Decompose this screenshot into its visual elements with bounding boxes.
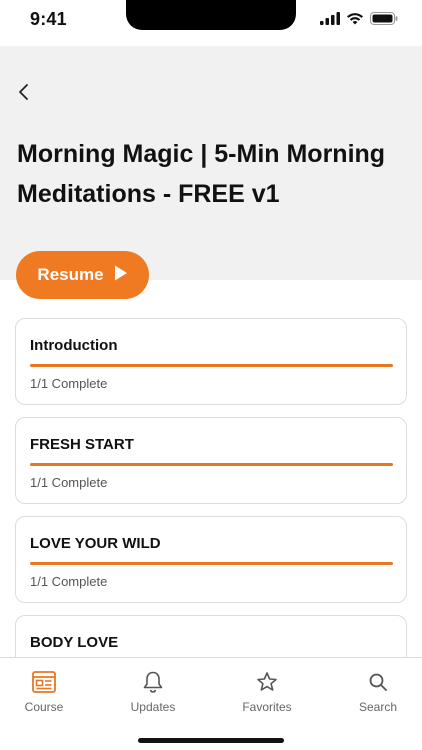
module-progress-fill: [30, 562, 393, 565]
module-status: 1/1 Complete: [30, 376, 108, 391]
device-notch: [126, 0, 296, 30]
bell-icon: [141, 670, 165, 694]
resume-button-label: Resume: [37, 265, 104, 284]
tab-label: Search: [358, 700, 398, 714]
module-status: 1/1 Complete: [30, 475, 108, 490]
tab-favorites[interactable]: Favorites: [223, 670, 311, 714]
battery-icon: [370, 12, 398, 30]
bottom-tab-bar: Course Updates Favorites Search: [0, 657, 422, 750]
course-header: Morning Magic | 5-Min Morning Meditation…: [0, 46, 422, 280]
play-icon: [114, 265, 128, 286]
module-card[interactable]: LOVE YOUR WILD 1/1 Complete: [15, 516, 407, 603]
module-progress-bar: [30, 463, 393, 466]
tab-label: Updates: [130, 700, 176, 714]
status-icons: [320, 12, 398, 30]
tab-label: Course: [24, 700, 64, 714]
module-progress-bar: [30, 364, 393, 367]
tab-course[interactable]: Course: [0, 670, 88, 714]
module-title: LOVE YOUR WILD: [30, 535, 161, 552]
module-progress-bar: [30, 562, 393, 565]
tab-search[interactable]: Search: [334, 670, 422, 714]
status-bar: 9:41: [0, 0, 422, 46]
page-title: Morning Magic | 5-Min Morning Meditation…: [17, 140, 386, 208]
module-card[interactable]: FRESH START 1/1 Complete: [15, 417, 407, 504]
cellular-signal-icon: [320, 12, 340, 30]
course-icon: [32, 670, 56, 694]
star-icon: [255, 670, 279, 694]
module-card[interactable]: Introduction 1/1 Complete: [15, 318, 407, 405]
module-progress-fill: [30, 364, 393, 367]
module-title: Introduction: [30, 337, 118, 354]
module-list: Introduction 1/1 Complete FRESH START 1/…: [15, 318, 407, 714]
module-title: FRESH START: [30, 436, 134, 453]
search-icon: [366, 670, 390, 694]
module-status: 1/1 Complete: [30, 574, 108, 589]
wifi-icon: [346, 12, 364, 30]
module-title: BODY LOVE: [30, 634, 119, 651]
module-progress-fill: [30, 463, 393, 466]
resume-button[interactable]: Resume: [16, 251, 149, 299]
back-button[interactable]: [14, 80, 36, 104]
home-indicator: [138, 738, 284, 743]
tab-label: Favorites: [242, 700, 292, 714]
tab-updates[interactable]: Updates: [109, 670, 197, 714]
chevron-left-icon: [14, 84, 36, 108]
status-time: 9:41: [30, 9, 67, 29]
